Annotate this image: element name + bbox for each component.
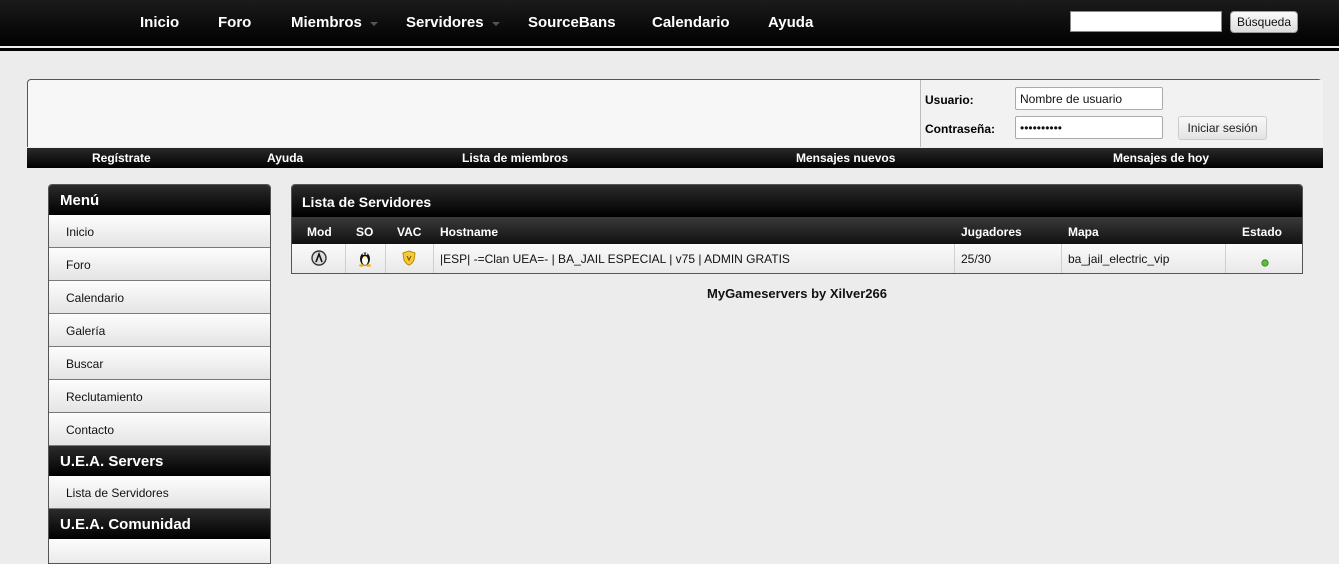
hostname-cell[interactable]: |ESP| -=Clan UEA=- | BA_JAIL ESPECIAL | … (440, 252, 790, 266)
chevron-down-icon[interactable] (492, 22, 500, 26)
column-divider (345, 244, 346, 273)
sidebar-community-title: U.E.A. Comunidad (49, 509, 270, 539)
vac-shield-icon (402, 250, 416, 271)
sidebar-item-cut-off[interactable] (49, 539, 270, 563)
sidebar-item-inicio[interactable]: Inicio (49, 215, 270, 248)
column-divider (1225, 244, 1226, 273)
col-os: SO (356, 225, 374, 239)
footer-credit: MyGameservers by Xilver266 (707, 286, 887, 301)
table-row[interactable]: |ESP| -=Clan UEA=- | BA_JAIL ESPECIAL | … (292, 244, 1302, 273)
password-label: Contraseña: (925, 122, 996, 136)
nav-servidores[interactable]: Servidores (406, 14, 484, 31)
sidebar-item-buscar[interactable]: Buscar (49, 347, 270, 380)
nav-inicio[interactable]: Inicio (140, 14, 179, 31)
col-hostname: Hostname (440, 225, 499, 239)
sub-navbar: Regístrate Ayuda Lista de miembros Mensa… (27, 148, 1323, 168)
column-divider (385, 244, 386, 273)
sidebar: Menú Inicio Foro Calendario Galería Busc… (48, 184, 271, 564)
online-dot-icon (1261, 254, 1269, 272)
sidebar-item-contacto[interactable]: Contacto (49, 413, 270, 446)
subnav-member-list[interactable]: Lista de miembros (462, 151, 568, 165)
map-cell: ba_jail_electric_vip (1068, 252, 1170, 266)
server-list-title: Lista de Servidores (292, 185, 1302, 217)
chevron-down-icon[interactable] (370, 22, 378, 26)
nav-foro[interactable]: Foro (218, 14, 251, 31)
subnav-new-posts[interactable]: Mensajes nuevos (796, 151, 895, 165)
col-map: Mapa (1068, 225, 1099, 239)
nav-miembros[interactable]: Miembros (291, 14, 362, 31)
col-mod: Mod (307, 225, 332, 239)
username-field[interactable] (1015, 87, 1163, 110)
subnav-help[interactable]: Ayuda (267, 151, 303, 165)
players-cell: 25/30 (961, 252, 992, 266)
search-button[interactable]: Búsqueda (1230, 11, 1298, 33)
sidebar-item-reclutamiento[interactable]: Reclutamiento (49, 380, 270, 413)
col-vac: VAC (397, 225, 422, 239)
table-header: Mod SO VAC Hostname Jugadores Mapa Estad… (292, 217, 1302, 244)
nav-sourcebans[interactable]: SourceBans (528, 14, 616, 31)
column-divider (954, 244, 955, 273)
linux-tux-icon (357, 249, 373, 272)
username-label: Usuario: (925, 93, 974, 107)
sidebar-item-foro[interactable]: Foro (49, 248, 270, 281)
sidebar-item-galeria[interactable]: Galería (49, 314, 270, 347)
server-list-panel: Lista de Servidores Mod SO VAC Hostname … (291, 184, 1303, 274)
top-navbar: Inicio Foro Miembros Servidores SourceBa… (0, 0, 1339, 46)
nav-calendario[interactable]: Calendario (652, 14, 730, 31)
column-divider (1061, 244, 1062, 273)
nav-ayuda[interactable]: Ayuda (768, 14, 813, 31)
col-players: Jugadores (961, 225, 1022, 239)
half-life-icon (311, 250, 327, 271)
subnav-todays-posts[interactable]: Mensajes de hoy (1113, 151, 1209, 165)
column-divider (433, 244, 434, 273)
subnav-register[interactable]: Regístrate (92, 151, 151, 165)
col-status: Estado (1242, 225, 1283, 239)
navbar-divider (0, 48, 1339, 51)
sidebar-item-server-list[interactable]: Lista de Servidores (49, 476, 270, 509)
search-input[interactable] (1070, 11, 1222, 32)
login-button[interactable]: Iniciar sesión (1178, 116, 1267, 140)
sidebar-item-calendario[interactable]: Calendario (49, 281, 270, 314)
sidebar-menu-title: Menú (49, 185, 270, 215)
password-field[interactable] (1015, 116, 1163, 139)
sidebar-servers-title: U.E.A. Servers (49, 446, 270, 476)
